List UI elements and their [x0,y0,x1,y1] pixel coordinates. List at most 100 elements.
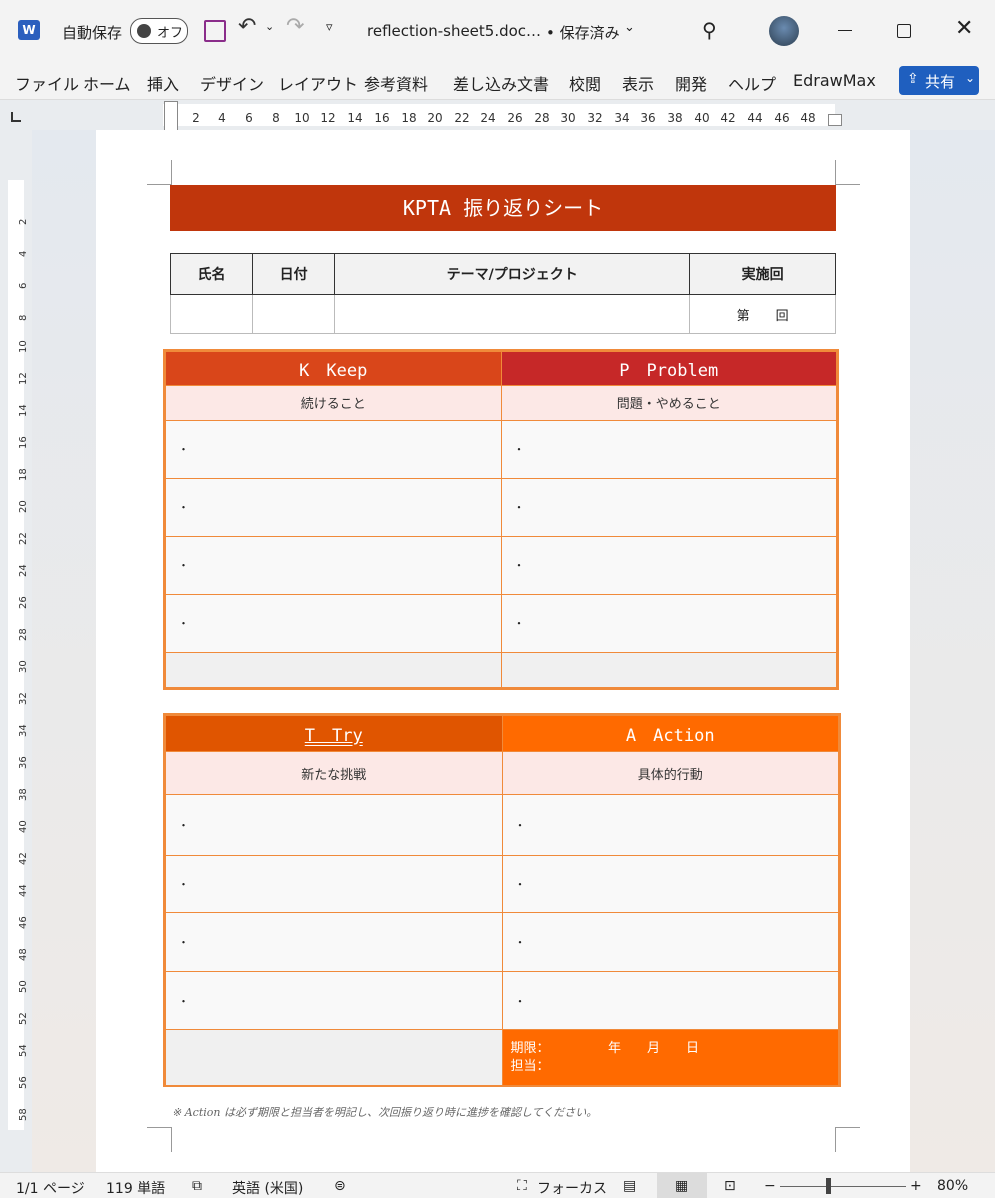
deadline-field[interactable]: 期限： 年 月 日 [511,1040,839,1058]
try-item[interactable]: ・ [165,855,503,913]
try-header[interactable]: T Try [165,715,503,752]
chevron-down-icon[interactable]: ⌄ [624,20,635,35]
info-cell-date[interactable] [252,294,336,334]
tab-insert[interactable]: 挿入 [147,71,179,95]
keep-subheader[interactable]: 続けること [165,385,502,421]
try-item[interactable]: ・ [165,794,503,856]
problem-subheader[interactable]: 問題・やめること [500,385,837,421]
tab-edrawmax[interactable]: EdrawMax [793,71,876,90]
zoom-in-button[interactable]: + [910,1178,922,1194]
problem-item[interactable]: ・ [500,419,837,480]
problem-item[interactable]: ・ [500,594,837,653]
tab-selector-icon[interactable] [11,112,21,122]
right-indent-marker-icon[interactable] [828,114,842,126]
ruler-tick: 42 [720,111,736,125]
ruler-scale[interactable]: 2 4 6 8 10 12 14 16 18 20 22 24 26 28 30… [163,104,835,126]
keep-footer-cell[interactable] [165,651,502,689]
action-header[interactable]: A Action [501,715,839,752]
problem-item[interactable]: ・ [500,478,837,537]
vruler-tick: 36 [18,756,29,769]
tab-file[interactable]: ファイル [15,71,79,95]
problem-item[interactable]: ・ [500,535,837,596]
tab-view[interactable]: 表示 [622,71,654,95]
vruler-tick: 34 [18,724,29,737]
keep-item[interactable]: ・ [165,594,502,653]
try-subheader[interactable]: 新たな挑戦 [165,751,503,795]
keep-problem-table[interactable]: K Keep P Problem 続けること 問題・やめること ・・ ・・ ・・… [163,349,839,690]
undo-dropdown-icon[interactable]: ⌄ [265,20,274,33]
ruler-tick: 46 [774,111,790,125]
info-header-name[interactable]: 氏名 [169,253,254,295]
info-cell-round[interactable]: 第 回 [689,294,836,334]
try-item[interactable]: ・ [165,912,503,972]
zoom-slider[interactable] [780,1186,906,1187]
focus-button[interactable]: フォーカス [537,1178,607,1198]
share-button[interactable]: ⇪ 共有 ⌄ [899,66,979,95]
action-item[interactable]: ・ [501,794,839,856]
maximize-icon[interactable] [897,24,911,38]
undo-icon[interactable]: ↶ [238,14,256,39]
keep-header[interactable]: K Keep [165,350,502,387]
keep-item[interactable]: ・ [165,478,502,537]
indent-marker-icon[interactable] [164,101,178,131]
accessibility-icon[interactable]: ⊜ [334,1178,346,1194]
minimize-icon[interactable] [838,30,852,31]
tab-mailings[interactable]: 差し込み文書 [453,71,549,95]
tab-review[interactable]: 校閲 [569,71,601,95]
vertical-ruler-scale[interactable]: 2 4 6 8 10 12 14 16 18 20 22 24 26 28 30… [8,180,29,1130]
action-item[interactable]: ・ [501,855,839,913]
search-icon[interactable]: ⚲ [702,18,717,42]
action-subheader[interactable]: 具体的行動 [501,751,839,795]
tab-developer[interactable]: 開発 [675,71,707,95]
owner-field[interactable]: 担当： [511,1058,839,1076]
vruler-tick: 20 [18,500,29,513]
info-header-theme[interactable]: テーマ/プロジェクト [334,253,691,295]
ruler-tick: 12 [320,111,336,125]
customize-qat-icon[interactable]: ▿ [326,20,333,35]
language-indicator[interactable]: 英語 (米国) [232,1178,303,1198]
info-header-round[interactable]: 実施回 [689,253,836,295]
read-mode-icon[interactable]: ▤ [623,1178,636,1194]
footnote[interactable]: ※ Action は必ず期限と担当者を明記し、次回振り返り時に進捗を確認してくだ… [172,1104,597,1120]
proofing-icon[interactable]: ⧉ [192,1178,202,1194]
close-icon[interactable]: ✕ [955,16,973,41]
tab-design[interactable]: デザイン [200,71,264,95]
info-cell-name[interactable] [169,294,254,334]
vruler-tick: 38 [18,788,29,801]
document-filename[interactable]: reflection-sheet5.doc… [367,22,541,40]
tab-references[interactable]: 参考資料 [364,71,428,95]
ruler-tick: 10 [294,111,310,125]
page-count[interactable]: 1/1 ページ [16,1178,85,1198]
vruler-tick: 58 [18,1108,29,1121]
avatar[interactable] [769,16,799,46]
action-item[interactable]: ・ [501,912,839,972]
try-item[interactable]: ・ [165,971,503,1030]
save-status[interactable]: • 保存済み [546,22,620,43]
save-icon[interactable] [204,20,226,42]
tab-layout[interactable]: レイアウト [278,71,358,95]
autosave-toggle[interactable]: オフ [130,18,188,44]
tab-help[interactable]: ヘルプ [728,71,776,95]
word-count[interactable]: 119 単語 [106,1178,165,1198]
web-layout-icon[interactable]: ⊡ [724,1178,736,1194]
toggle-state: オフ [157,26,184,41]
keep-item[interactable]: ・ [165,419,502,480]
problem-footer-cell[interactable] [500,651,837,689]
try-footer-cell[interactable] [165,1029,503,1086]
info-header-date[interactable]: 日付 [252,253,336,295]
sheet-title[interactable]: KPTA 振り返りシート [170,185,836,231]
zoom-out-button[interactable]: − [764,1178,776,1194]
action-deadline-cell[interactable]: 期限： 年 月 日 担当： [501,1029,839,1086]
focus-icon[interactable]: ⛶ [517,1178,527,1194]
action-item[interactable]: ・ [501,971,839,1030]
info-cell-theme[interactable] [334,294,691,334]
vruler-tick: 14 [18,404,29,417]
info-table[interactable]: 氏名 日付 テーマ/プロジェクト 実施回 第 回 [169,253,836,334]
zoom-slider-thumb[interactable] [826,1178,831,1194]
redo-icon[interactable]: ↷ [286,14,304,39]
tab-home[interactable]: ホーム [83,71,131,95]
problem-header[interactable]: P Problem [500,350,837,387]
zoom-level[interactable]: 80% [937,1178,968,1194]
keep-item[interactable]: ・ [165,535,502,596]
try-action-table[interactable]: T Try A Action 新たな挑戦 具体的行動 ・・ ・・ ・・ ・・ 期… [163,713,841,1087]
